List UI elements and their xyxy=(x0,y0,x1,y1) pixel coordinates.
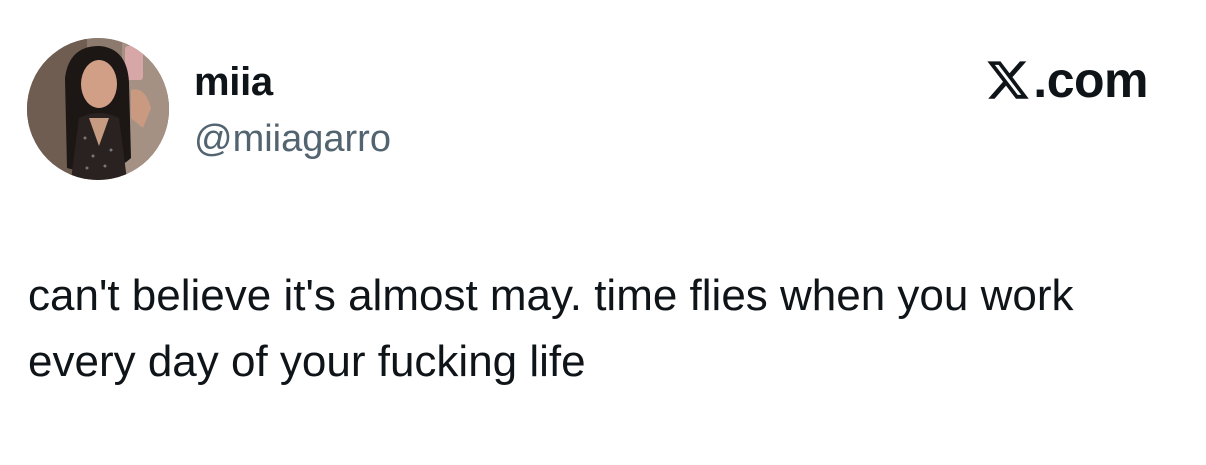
avatar-photo xyxy=(27,38,169,180)
brand-watermark: .com xyxy=(985,52,1148,108)
avatar[interactable] xyxy=(27,38,169,180)
brand-domain-text: .com xyxy=(1033,52,1148,108)
author-display-name[interactable]: miia xyxy=(194,58,273,106)
tweet-text: can't believe it's almost may. time flie… xyxy=(28,271,1074,386)
author-handle[interactable]: @miiagarro xyxy=(194,116,391,162)
x-logo-icon xyxy=(987,61,1030,99)
